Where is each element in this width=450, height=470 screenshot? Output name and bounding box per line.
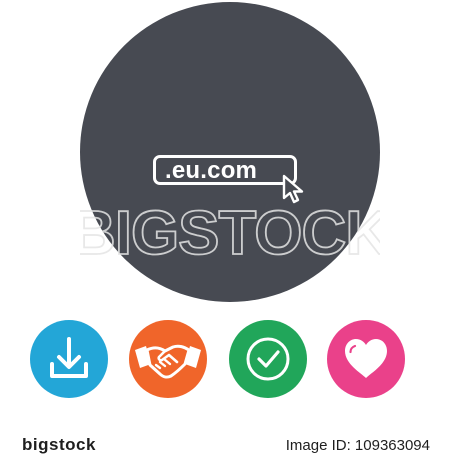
stock-brand-text: bigstock	[22, 435, 96, 454]
domain-input-box: .eu.com	[153, 155, 297, 185]
heart-icon	[345, 339, 387, 378]
domain-text: .eu.com	[165, 157, 258, 184]
bigstock-watermark: BIGSTOCK	[80, 198, 380, 266]
watermark-text: BIGSTOCK	[80, 199, 380, 266]
heart-badge	[327, 320, 405, 398]
image-id-text: Image ID: 109363094	[285, 437, 430, 454]
download-badge	[30, 320, 108, 398]
check-badge	[229, 320, 307, 398]
check-icon	[246, 337, 290, 381]
handshake-icon	[135, 344, 201, 379]
download-icon	[50, 337, 88, 378]
handshake-badge	[129, 320, 207, 398]
